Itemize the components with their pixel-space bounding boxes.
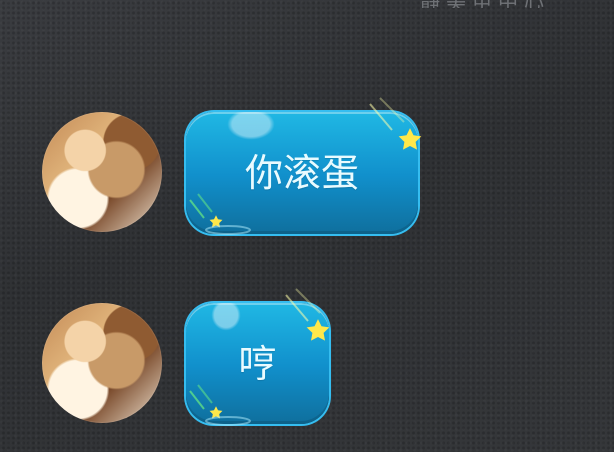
message-text: 哼 xyxy=(238,341,277,386)
top-partial-text: 静美甲中心 xyxy=(420,0,614,8)
avatar[interactable] xyxy=(42,112,162,232)
chat-message-row: 哼 xyxy=(0,288,614,427)
chat-bubble[interactable]: 你滚蛋 xyxy=(186,97,422,235)
message-text: 你滚蛋 xyxy=(244,151,359,195)
ripple-icon xyxy=(205,225,251,235)
chat-bubble[interactable]: 哼 xyxy=(186,288,330,426)
avatar[interactable] xyxy=(42,303,162,423)
star-icon xyxy=(306,319,330,341)
chat-message-row: 你滚蛋 xyxy=(0,97,614,236)
ripple-icon xyxy=(205,416,251,426)
star-icon xyxy=(398,128,422,150)
